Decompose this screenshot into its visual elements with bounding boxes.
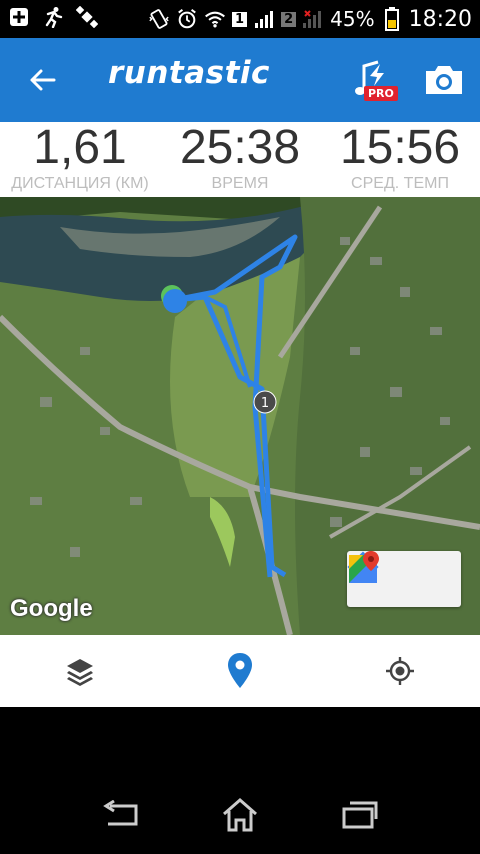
back-arrow-icon[interactable] <box>22 60 62 100</box>
sim2-badge: 2 <box>281 11 297 27</box>
stats-panel: 1,61 ДИСТАНЦИЯ (КМ) 25:38 ВРЕМЯ 15:56 СР… <box>0 122 480 197</box>
stat-label: СРЕД. ТЕМП <box>351 175 449 192</box>
system-nav-bar <box>0 707 480 854</box>
stat-time: 25:38 ВРЕМЯ <box>160 122 320 194</box>
stat-value: 25:38 <box>179 121 301 174</box>
stat-distance: 1,61 ДИСТАНЦИЯ (КМ) <box>0 122 160 194</box>
layers-icon[interactable] <box>60 651 100 691</box>
battery-icon <box>381 7 403 31</box>
signal-off-icon <box>302 8 324 30</box>
stat-value: 15:56 <box>339 121 461 174</box>
stat-value: 1,61 <box>33 121 127 174</box>
google-maps-icon[interactable] <box>349 551 461 607</box>
satellite-icon <box>76 6 98 28</box>
location-pin-icon[interactable] <box>220 651 260 691</box>
signal-icon <box>253 8 275 30</box>
app-bar: runtastic PRO <box>0 38 480 122</box>
runtastic-logo: runtastic <box>108 55 270 91</box>
vibrate-icon <box>148 8 170 30</box>
recents-icon[interactable] <box>338 797 382 833</box>
plus-icon <box>8 6 30 28</box>
runner-icon <box>42 6 64 28</box>
bottom-toolbar <box>0 635 480 707</box>
clock: 18:20 <box>408 6 472 32</box>
status-bar: 1 2 45% 18:20 <box>0 0 480 38</box>
back-icon[interactable] <box>98 797 142 833</box>
camera-icon[interactable] <box>422 62 466 98</box>
my-location-icon[interactable] <box>380 651 420 691</box>
google-logo: Google <box>10 595 93 622</box>
pro-badge: PRO <box>364 86 398 101</box>
map-view[interactable]: 1 Google <box>0 197 480 635</box>
stat-pace: 15:56 СРЕД. ТЕМП <box>320 122 480 194</box>
stat-label: ДИСТАНЦИЯ (КМ) <box>11 175 149 192</box>
sim1-badge: 1 <box>232 11 248 27</box>
battery-percent: 45% <box>330 7 375 31</box>
alarm-icon <box>176 8 198 30</box>
km-marker: 1 <box>261 396 269 411</box>
home-icon[interactable] <box>218 797 262 833</box>
stat-label: ВРЕМЯ <box>211 175 269 192</box>
map-action-buttons <box>347 551 461 607</box>
wifi-icon <box>204 8 226 30</box>
